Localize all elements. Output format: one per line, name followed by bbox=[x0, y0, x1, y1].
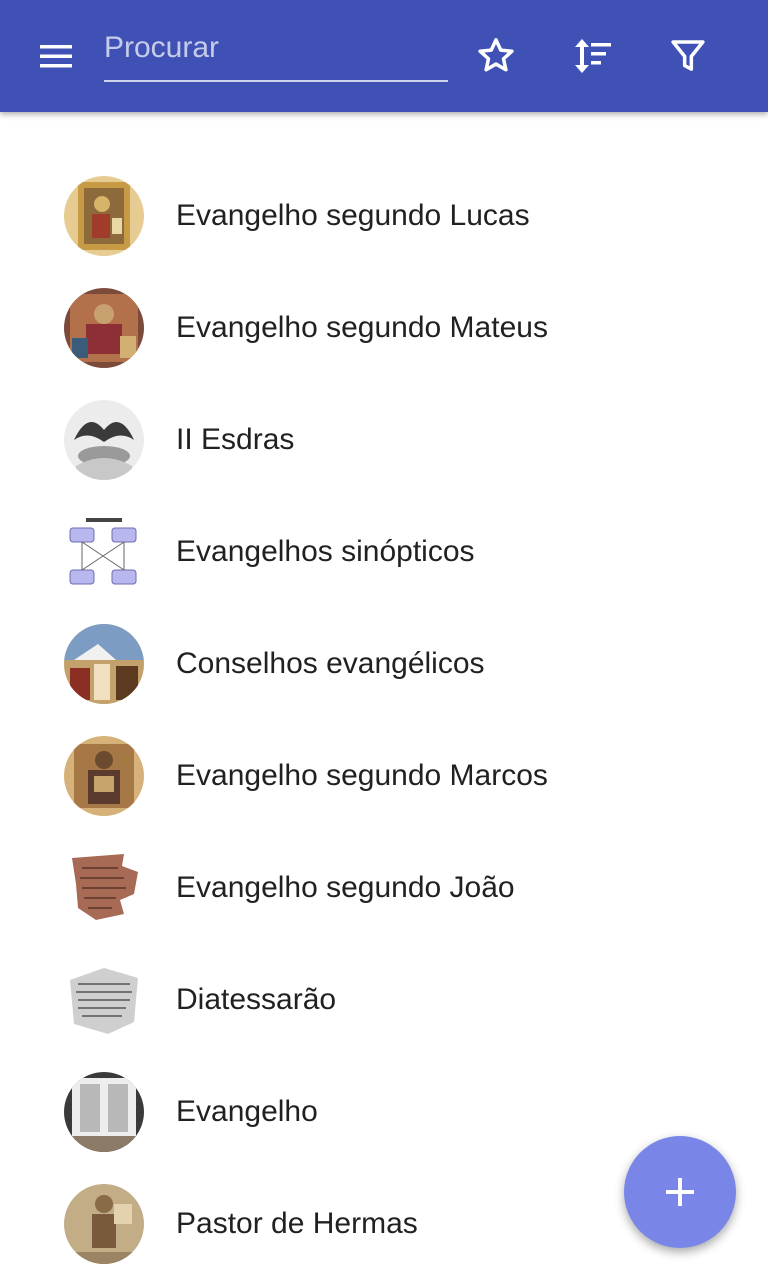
list-item[interactable]: Evangelho segundo Lucas bbox=[0, 160, 768, 272]
menu-icon bbox=[40, 45, 72, 68]
item-title: Evangelhos sinópticos bbox=[176, 535, 475, 568]
item-title: Diatessarão bbox=[176, 983, 337, 1016]
filter-button[interactable] bbox=[660, 28, 716, 84]
item-title: Evangelho segundo Marcos bbox=[176, 759, 548, 792]
sort-button[interactable] bbox=[564, 28, 620, 84]
item-thumbnail bbox=[64, 848, 144, 928]
app-bar bbox=[0, 0, 768, 112]
list-item[interactable]: Evangelho segundo João bbox=[0, 832, 768, 944]
search-field bbox=[104, 26, 448, 82]
item-thumbnail bbox=[64, 512, 144, 592]
menu-button[interactable] bbox=[28, 28, 84, 84]
item-title: Pastor de Hermas bbox=[176, 1207, 418, 1240]
item-thumbnail bbox=[64, 176, 144, 256]
item-thumbnail bbox=[64, 736, 144, 816]
item-thumbnail bbox=[64, 624, 144, 704]
list-item[interactable]: Evangelhos sinópticos bbox=[0, 496, 768, 608]
star-outline-icon bbox=[478, 38, 514, 72]
item-thumbnail bbox=[64, 400, 144, 480]
search-input[interactable] bbox=[104, 26, 448, 70]
item-title: Conselhos evangélicos bbox=[176, 647, 485, 680]
filter-icon bbox=[671, 40, 705, 71]
item-title: II Esdras bbox=[176, 423, 295, 456]
item-title: Evangelho segundo Lucas bbox=[176, 199, 530, 232]
list-item[interactable]: Evangelho segundo Marcos bbox=[0, 720, 768, 832]
list-item[interactable]: II Esdras bbox=[0, 384, 768, 496]
item-thumbnail bbox=[64, 288, 144, 368]
plus-icon bbox=[666, 1178, 694, 1206]
sort-icon bbox=[575, 39, 611, 73]
item-title: Evangelho segundo Mateus bbox=[176, 311, 548, 344]
item-title: Evangelho segundo João bbox=[176, 871, 515, 904]
list-item[interactable]: Diatessarão bbox=[0, 944, 768, 1056]
item-thumbnail bbox=[64, 1184, 144, 1264]
item-thumbnail bbox=[64, 960, 144, 1040]
add-button[interactable] bbox=[624, 1136, 736, 1248]
article-list: Evangelho segundo Lucas Evangelho segund… bbox=[0, 160, 768, 1280]
item-thumbnail bbox=[64, 1072, 144, 1152]
list-item[interactable]: Conselhos evangélicos bbox=[0, 608, 768, 720]
favorites-button[interactable] bbox=[468, 28, 524, 84]
item-title: Evangelho bbox=[176, 1095, 318, 1128]
list-item[interactable]: Evangelho segundo Mateus bbox=[0, 272, 768, 384]
